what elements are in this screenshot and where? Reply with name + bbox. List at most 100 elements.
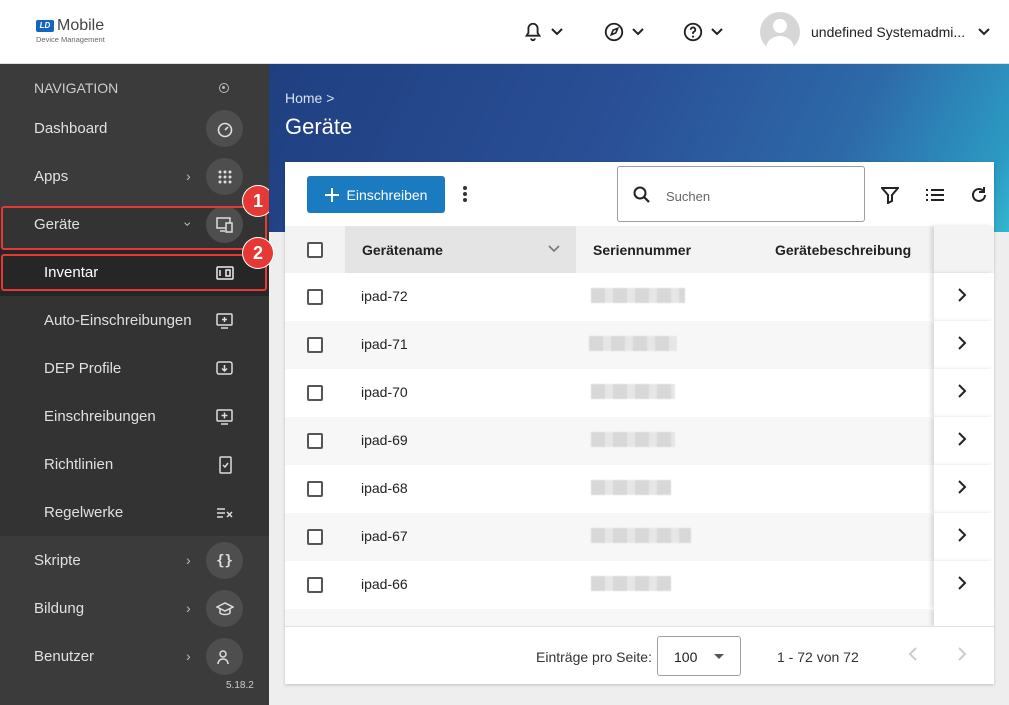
- row-checkbox[interactable]: [307, 481, 323, 497]
- row-checkbox[interactable]: [307, 337, 323, 353]
- auto-enroll-icon: [206, 302, 243, 339]
- search-field[interactable]: [617, 166, 865, 222]
- user-menu[interactable]: undefined Systemadmi...: [760, 11, 991, 53]
- notifications-button[interactable]: [522, 18, 564, 46]
- search-input[interactable]: [666, 186, 846, 206]
- sidebar-item-label: Dashboard: [34, 119, 108, 137]
- pin-icon[interactable]: [219, 83, 229, 93]
- row-checkbox[interactable]: [307, 529, 323, 545]
- column-header-geraetename[interactable]: Gerätename: [345, 226, 576, 273]
- table-row[interactable]: ipad-71: [285, 321, 994, 369]
- per-page-select[interactable]: 100: [657, 636, 741, 676]
- table-row[interactable]: ipad-72: [285, 273, 994, 321]
- search-icon: [633, 186, 650, 203]
- row-open-button[interactable]: [934, 321, 994, 369]
- enroll-button[interactable]: Einschreiben: [307, 176, 445, 213]
- compass-icon: [604, 22, 624, 42]
- list-view-icon[interactable]: [925, 188, 945, 202]
- user-name: undefined Systemadmi...: [811, 24, 966, 40]
- table-row[interactable]: ipad-69: [285, 417, 994, 465]
- column-header-seriennummer[interactable]: Seriennummer: [593, 226, 691, 273]
- sidebar-item-label: Einschreibungen: [44, 407, 156, 425]
- sidebar-item-label: Regelwerke: [44, 503, 124, 521]
- device-name: ipad-66: [361, 576, 408, 592]
- filter-icon[interactable]: [881, 186, 899, 204]
- app-version: 5.18.2: [226, 680, 254, 691]
- per-page-label: Einträge pro Seite:: [536, 649, 652, 665]
- logo-title: Mobile: [57, 17, 105, 34]
- breadcrumb[interactable]: Home >: [285, 90, 334, 106]
- refresh-icon[interactable]: [970, 186, 988, 204]
- top-bar: LD Mobile Device Management undefined Sy…: [0, 0, 1009, 64]
- sidebar-item-label: Skripte: [34, 551, 81, 569]
- column-label: Gerätename: [362, 241, 443, 258]
- row-open-button[interactable]: [934, 561, 994, 609]
- row-open-button[interactable]: [934, 609, 994, 626]
- row-open-button[interactable]: [934, 465, 994, 513]
- chevron-right-icon: [958, 336, 967, 350]
- chevron-right-icon: ›: [186, 552, 191, 568]
- sidebar-item-dashboard[interactable]: Dashboard: [0, 104, 269, 152]
- chevron-right-icon: [958, 288, 967, 302]
- row-open-button[interactable]: [934, 417, 994, 465]
- sidebar-item-skripte[interactable]: Skripte › {}: [0, 536, 269, 584]
- highlight-inventar: [1, 254, 267, 291]
- pagination-footer: Einträge pro Seite: 100 1 - 72 von 72: [285, 626, 994, 684]
- column-header-geraetebeschreibung[interactable]: Gerätebeschreibung: [775, 226, 911, 273]
- row-checkbox[interactable]: [307, 433, 323, 449]
- chevron-right-icon: [958, 576, 967, 590]
- sidebar: NAVIGATION Dashboard Apps › Geräte › Inv…: [0, 64, 269, 705]
- row-checkbox[interactable]: [307, 289, 323, 305]
- sidebar-item-apps[interactable]: Apps ›: [0, 152, 269, 200]
- highlight-geraete: [1, 206, 267, 250]
- row-open-button[interactable]: [934, 369, 994, 417]
- next-page-icon[interactable]: [956, 646, 968, 662]
- previous-page-icon[interactable]: [907, 646, 919, 662]
- chevron-right-icon: [958, 384, 967, 398]
- redacted-serial: [591, 432, 675, 447]
- rules-icon: [206, 494, 243, 531]
- devices-table-card: Einschreiben Gerätename Seriennummer Ger…: [285, 162, 994, 684]
- download-icon: [206, 350, 243, 387]
- sidebar-item-einschreibungen[interactable]: Einschreibungen: [0, 392, 269, 440]
- redacted-serial: [591, 480, 671, 495]
- sidebar-item-auto-einschreibungen[interactable]: Auto-Einschreibungen: [0, 296, 269, 344]
- compass-button[interactable]: [603, 18, 645, 46]
- chevron-right-icon: [958, 528, 967, 542]
- help-button[interactable]: [682, 18, 724, 46]
- per-page-value: 100: [674, 649, 698, 665]
- table-row[interactable]: ipad-70: [285, 369, 994, 417]
- device-name: ipad-67: [361, 528, 408, 544]
- sidebar-item-richtlinien[interactable]: Richtlinien: [0, 440, 269, 488]
- table-row[interactable]: ipad-68: [285, 465, 994, 513]
- select-all-checkbox[interactable]: [307, 242, 323, 258]
- graduation-icon: [206, 590, 243, 627]
- app-logo[interactable]: LD Mobile Device Management: [36, 17, 126, 46]
- table-row[interactable]: ipad-67: [285, 513, 994, 561]
- step-badge-2: 2: [243, 238, 273, 268]
- table-row[interactable]: [285, 609, 994, 626]
- pagination-range: 1 - 72 von 72: [777, 649, 859, 665]
- grid-icon: [206, 158, 243, 195]
- chevron-right-icon: [958, 480, 967, 494]
- row-checkbox[interactable]: [307, 385, 323, 401]
- device-name: ipad-72: [361, 288, 408, 304]
- row-open-button[interactable]: [934, 273, 994, 321]
- redacted-serial: [591, 288, 685, 303]
- table-row[interactable]: ipad-66: [285, 561, 994, 609]
- avatar: [760, 12, 800, 52]
- chevron-down-icon: [632, 28, 644, 36]
- sidebar-item-bildung[interactable]: Bildung ›: [0, 584, 269, 632]
- more-options-icon[interactable]: [461, 184, 469, 206]
- sidebar-item-benutzer[interactable]: Benutzer ›: [0, 632, 269, 680]
- bell-icon: [524, 22, 542, 42]
- sidebar-item-dep-profile[interactable]: DEP Profile: [0, 344, 269, 392]
- chevron-down-icon: [711, 28, 723, 36]
- sidebar-item-regelwerke[interactable]: Regelwerke: [0, 488, 269, 536]
- row-open-button[interactable]: [934, 513, 994, 561]
- users-icon: [206, 638, 243, 675]
- plus-icon: [324, 187, 339, 202]
- sidebar-item-label: Benutzer: [34, 647, 95, 665]
- row-checkbox[interactable]: [307, 577, 323, 593]
- nav-header-label: NAVIGATION: [34, 80, 119, 96]
